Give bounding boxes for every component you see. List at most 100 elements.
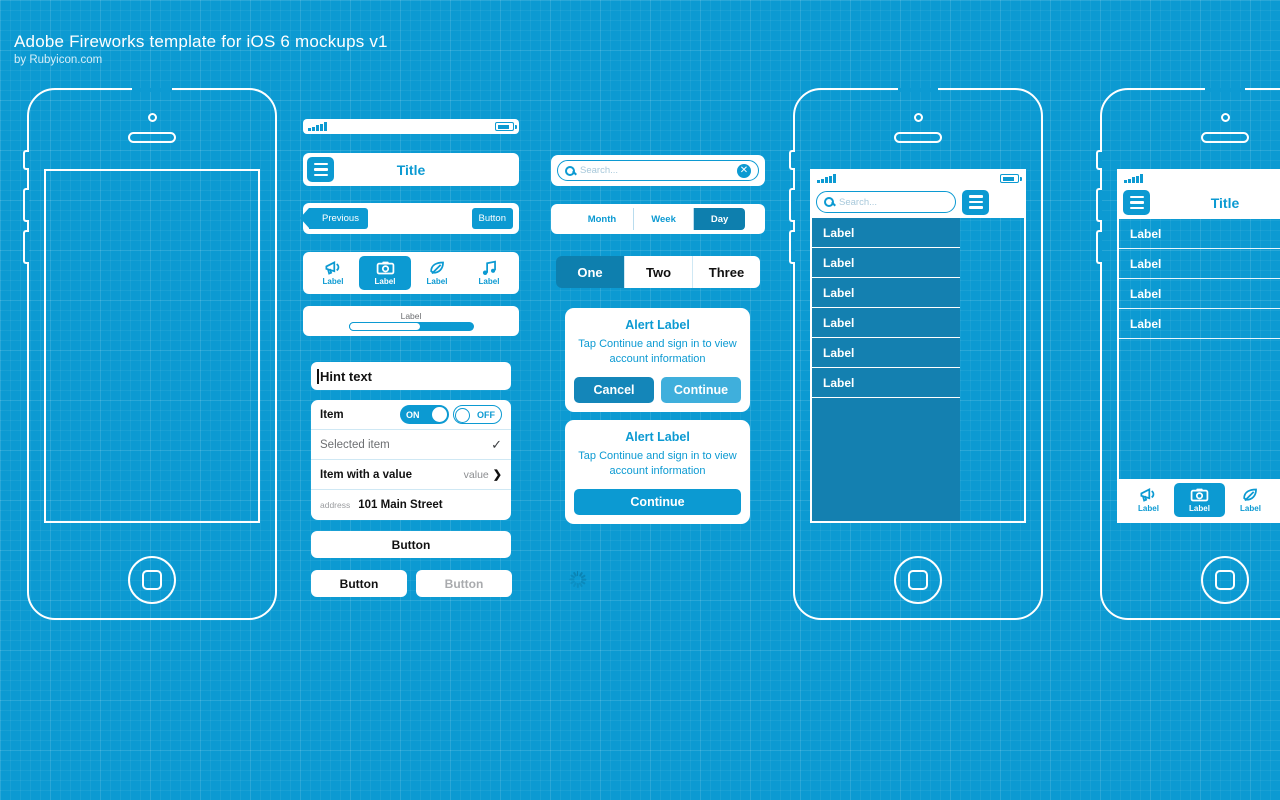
list-item[interactable]: Label — [1119, 249, 1280, 279]
phone-1-screen[interactable] — [44, 169, 260, 523]
tab-item-label: Label — [374, 277, 396, 286]
slider-track[interactable] — [348, 322, 474, 331]
phone-4-screen: Search... Label Label Label Label Label … — [810, 169, 1026, 523]
signal-strength-icon — [1124, 174, 1143, 183]
segmented-group: Month Week Day — [570, 208, 746, 230]
drawer-item[interactable]: Label — [812, 368, 960, 398]
drawer-item[interactable]: Label — [812, 248, 960, 278]
search-input[interactable]: Search... — [816, 191, 956, 213]
list-item[interactable]: Label — [1119, 219, 1280, 249]
toggle-off[interactable]: OFF — [453, 405, 502, 424]
table-row[interactable]: Selected item ✓ — [311, 430, 511, 460]
tab-bar-5: Label Label Label — [1119, 479, 1280, 521]
cancel-button[interactable]: Cancel — [574, 377, 654, 403]
battery-icon — [495, 122, 517, 131]
tab-item-label: Label — [1189, 504, 1210, 513]
drawer-item[interactable]: Label — [812, 338, 960, 368]
leaf-icon — [429, 261, 444, 275]
drawer-item[interactable]: Label — [812, 308, 960, 338]
list-item-label: Label — [1130, 256, 1162, 271]
row-accessory: ✓ — [491, 437, 502, 453]
tab-item-music[interactable]: Label — [463, 256, 515, 290]
tab-item-label: Label — [1138, 504, 1159, 513]
toolbar-back-and-action: Previous Button — [300, 203, 519, 234]
toggle-on[interactable]: ON — [400, 405, 449, 424]
search-input[interactable]: Search... ✕ — [557, 160, 759, 181]
tab-item-leaf[interactable]: Label — [411, 256, 463, 290]
tab-item-label: Label — [426, 277, 448, 286]
tab-item-megaphone[interactable]: Label — [1123, 483, 1174, 517]
drawer-item[interactable]: Label — [812, 278, 960, 308]
toggle-on-label: ON — [406, 409, 420, 420]
slider-thumb-fill[interactable] — [348, 322, 421, 331]
volume-up-button[interactable] — [1096, 188, 1102, 222]
list-item[interactable]: Label — [1119, 309, 1280, 339]
toggle-off-label: OFF — [477, 409, 495, 420]
alert-dialog-two-buttons: Alert Label Tap Continue and sign in to … — [565, 308, 750, 412]
volume-down-button[interactable] — [23, 230, 29, 264]
tab-item-camera[interactable]: Label — [359, 256, 411, 290]
table-row[interactable]: Item ON OFF — [311, 400, 511, 430]
hamburger-icon[interactable] — [962, 189, 989, 215]
row-value: 101 Main Street — [358, 499, 443, 511]
home-button[interactable] — [894, 556, 942, 604]
camera-icon — [1190, 488, 1209, 502]
volume-down-button[interactable] — [789, 230, 795, 264]
mute-switch[interactable] — [789, 150, 795, 170]
list-item[interactable]: Label — [1119, 279, 1280, 309]
hamburger-icon[interactable] — [307, 157, 334, 182]
list-item-label: Label — [1130, 286, 1162, 301]
status-bar-5 — [1119, 171, 1280, 186]
row-label: Selected item — [320, 438, 390, 451]
wide-button[interactable]: Button — [311, 531, 511, 558]
segment-day-selected[interactable]: Day — [692, 208, 746, 230]
phone-frame-5: Title Label Label Label Label Label Labe… — [1096, 88, 1280, 620]
home-button-inner-square — [142, 570, 162, 590]
navbar-4: Search... — [812, 186, 1024, 218]
mute-switch[interactable] — [1096, 150, 1102, 170]
hamburger-icon[interactable] — [1123, 190, 1150, 215]
segment-two[interactable]: Two — [624, 256, 692, 288]
row-label: Item — [320, 408, 344, 421]
drawer-item-label: Label — [823, 375, 855, 390]
table-row[interactable]: Item with a value value ❯ — [311, 460, 511, 490]
previous-button[interactable]: Previous — [300, 208, 368, 229]
alert-dialog-one-button: Alert Label Tap Continue and sign in to … — [565, 420, 750, 524]
tab-item-megaphone[interactable]: Label — [307, 256, 359, 290]
speaker-grille — [1201, 132, 1249, 143]
search-placeholder: Search... — [839, 196, 878, 208]
row-value: value — [463, 468, 489, 481]
tab-bar-1: Label Label Label Label — [303, 252, 519, 294]
front-camera-icon — [1220, 113, 1230, 122]
home-button[interactable] — [128, 556, 176, 604]
search-placeholder: Search... — [580, 165, 619, 176]
segment-month[interactable]: Month — [570, 208, 634, 230]
volume-up-button[interactable] — [23, 188, 29, 222]
segment-three[interactable]: Three — [692, 256, 760, 288]
segment-one-selected[interactable]: One — [556, 256, 624, 288]
drawer-item[interactable]: Label — [812, 218, 960, 248]
table-row[interactable]: address 101 Main Street — [311, 490, 511, 520]
continue-button[interactable]: Continue — [574, 489, 741, 515]
continue-button[interactable]: Continue — [661, 377, 741, 403]
left-button[interactable]: Button — [311, 570, 407, 597]
tab-item-overflow[interactable] — [1276, 483, 1280, 517]
volume-down-button[interactable] — [1096, 230, 1102, 264]
navbar-title: Title — [396, 161, 426, 178]
row-label: address — [320, 500, 351, 510]
tab-item-camera[interactable]: Label — [1174, 483, 1225, 517]
right-button-disabled[interactable]: Button — [416, 570, 512, 597]
text-field[interactable]: Hint text — [311, 362, 511, 390]
toggle-knob — [455, 408, 470, 423]
mute-switch[interactable] — [23, 150, 29, 170]
megaphone-icon — [1140, 488, 1155, 502]
row-accessory: value ❯ — [463, 468, 502, 482]
volume-up-button[interactable] — [789, 188, 795, 222]
toolbar-action-button[interactable]: Button — [471, 208, 513, 229]
home-button[interactable] — [1201, 556, 1249, 604]
segment-week[interactable]: Week — [633, 208, 693, 230]
signal-strength-icon — [817, 174, 836, 183]
tab-item-leaf[interactable]: Label — [1225, 483, 1276, 517]
tab-item-label: Label — [1240, 504, 1261, 513]
clear-icon[interactable]: ✕ — [737, 163, 751, 178]
